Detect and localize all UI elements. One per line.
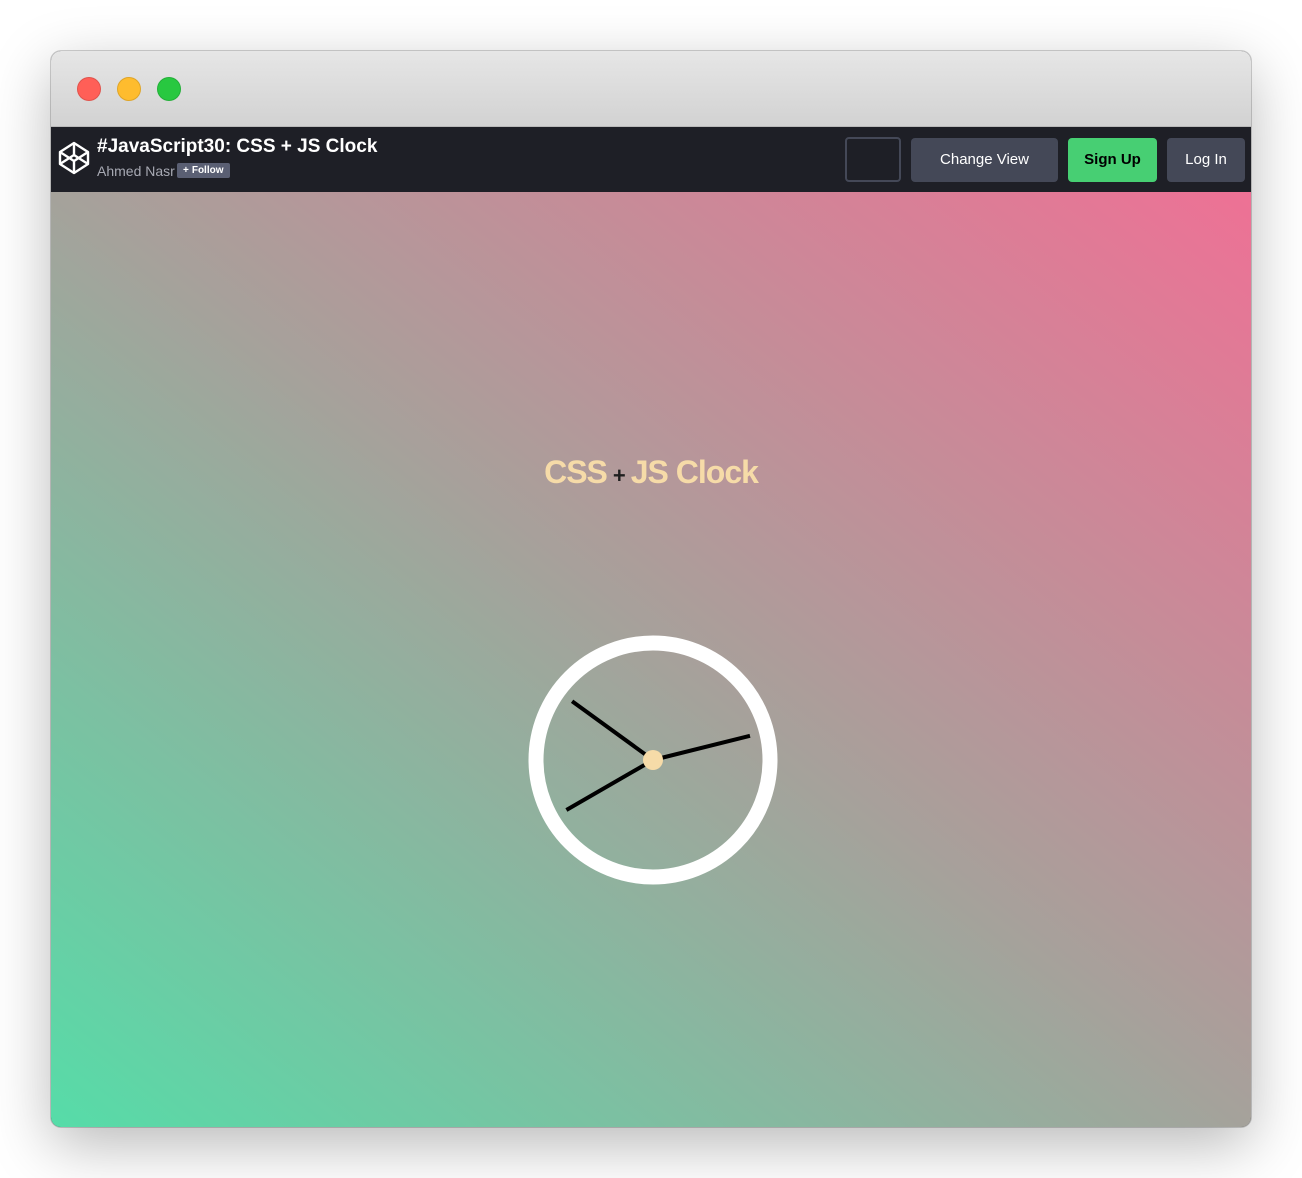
close-window-button[interactable] bbox=[77, 77, 101, 101]
maximize-window-button[interactable] bbox=[157, 77, 181, 101]
log-in-button[interactable]: Log In bbox=[1167, 138, 1245, 182]
heading-js-clock: JS Clock bbox=[630, 454, 759, 490]
author-link[interactable]: Ahmed Nasr bbox=[97, 163, 175, 179]
clock-heading: CSS + JS Clock bbox=[51, 454, 1251, 491]
change-view-button[interactable]: Change View bbox=[911, 138, 1058, 182]
window-titlebar bbox=[51, 51, 1251, 127]
second-hand bbox=[565, 758, 655, 812]
hour-hand bbox=[570, 699, 655, 762]
browser-window: #JavaScript30: CSS + JS Clock Ahmed Nasr… bbox=[51, 51, 1251, 1127]
plus-icon: + bbox=[183, 165, 189, 176]
minute-hand bbox=[652, 733, 751, 762]
sign-up-button[interactable]: Sign Up bbox=[1068, 138, 1157, 182]
codepen-header: #JavaScript30: CSS + JS Clock Ahmed Nasr… bbox=[51, 127, 1251, 192]
minimize-window-button[interactable] bbox=[117, 77, 141, 101]
heading-css: CSS bbox=[544, 454, 608, 490]
heading-plus: + bbox=[612, 463, 626, 488]
pen-title: #JavaScript30: CSS + JS Clock bbox=[97, 136, 378, 157]
clock bbox=[528, 635, 778, 885]
follow-button[interactable]: + Follow bbox=[177, 163, 230, 178]
clock-center-dot bbox=[643, 750, 663, 770]
pen-preview: CSS + JS Clock bbox=[51, 192, 1251, 1127]
codepen-logo-icon[interactable] bbox=[58, 141, 90, 175]
follow-label: Follow bbox=[191, 165, 224, 176]
header-blank-button[interactable] bbox=[845, 137, 901, 182]
